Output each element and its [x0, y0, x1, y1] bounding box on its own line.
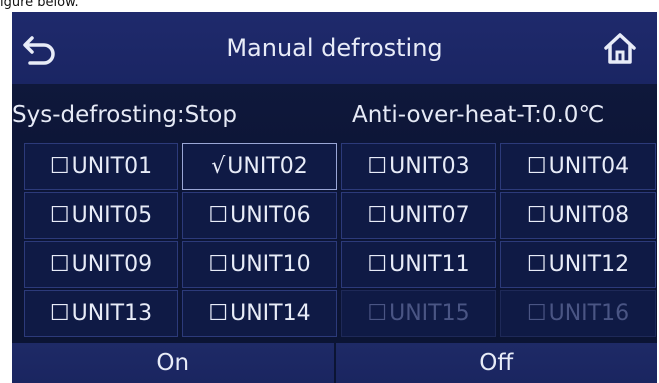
- unit-label: UNIT06: [230, 203, 311, 228]
- checkbox-icon: ☐: [208, 301, 229, 326]
- unit-button-12[interactable]: ☐ UNIT12: [500, 241, 656, 288]
- unit-button-01[interactable]: ☐ UNIT01: [24, 143, 178, 190]
- unit-button-16: ☐ UNIT16: [500, 290, 656, 337]
- status-row: Sys-defrosting:Stop Anti-over-heat-T:0.0…: [12, 90, 657, 140]
- unit-label: UNIT03: [389, 154, 470, 179]
- unit-button-10[interactable]: ☐ UNIT10: [182, 241, 337, 288]
- unit-label: UNIT14: [230, 301, 311, 326]
- checkbox-icon: ☐: [526, 154, 547, 179]
- unit-button-09[interactable]: ☐ UNIT09: [24, 241, 178, 288]
- checkbox-icon: ☐: [49, 203, 70, 228]
- home-button[interactable]: [596, 24, 644, 72]
- unit-button-08[interactable]: ☐ UNIT08: [500, 192, 656, 239]
- unit-label: UNIT01: [71, 154, 153, 179]
- unit-button-05[interactable]: ☐ UNIT05: [24, 192, 178, 239]
- unit-label: UNIT10: [230, 252, 311, 277]
- unit-button-13[interactable]: ☐ UNIT13: [24, 290, 178, 337]
- back-arrow-icon: [23, 36, 55, 65]
- unit-button-15: ☐ UNIT15: [341, 290, 496, 337]
- checkmark-icon: √: [211, 154, 226, 179]
- back-button[interactable]: [16, 24, 64, 72]
- checkbox-icon: ☐: [367, 301, 388, 326]
- unit-label: UNIT07: [389, 203, 470, 228]
- home-icon: [604, 33, 636, 64]
- checkbox-icon: ☐: [208, 203, 229, 228]
- unit-label: UNIT05: [71, 203, 153, 228]
- checkbox-icon: ☐: [49, 154, 70, 179]
- unit-button-14[interactable]: ☐ UNIT14: [182, 290, 337, 337]
- unit-grid: ☐ UNIT01 √ UNIT02 ☐ UNIT03 ☐ UNIT04 ☐ UNIT05 …: [24, 143, 656, 339]
- unit-label: UNIT11: [389, 252, 470, 277]
- unit-label: UNIT04: [548, 154, 630, 179]
- on-button[interactable]: On: [12, 343, 334, 383]
- checkbox-icon: ☐: [49, 301, 70, 326]
- page-caption: igure below.: [0, 0, 79, 10]
- unit-label: UNIT02: [227, 154, 308, 179]
- unit-label: UNIT15: [389, 301, 470, 326]
- checkbox-icon: ☐: [526, 252, 547, 277]
- unit-button-02[interactable]: √ UNIT02: [182, 143, 337, 190]
- unit-label: UNIT13: [71, 301, 153, 326]
- unit-button-04[interactable]: ☐ UNIT04: [500, 143, 656, 190]
- unit-button-03[interactable]: ☐ UNIT03: [341, 143, 496, 190]
- footer-bar: On Off: [12, 343, 657, 383]
- checkbox-icon: ☐: [367, 203, 388, 228]
- sys-defrosting-status: Sys-defrosting:Stop: [12, 102, 237, 128]
- checkbox-icon: ☐: [367, 154, 388, 179]
- checkbox-icon: ☐: [526, 301, 547, 326]
- unit-button-11[interactable]: ☐ UNIT11: [341, 241, 496, 288]
- unit-label: UNIT12: [548, 252, 630, 277]
- checkbox-icon: ☐: [526, 203, 547, 228]
- off-button[interactable]: Off: [333, 343, 657, 383]
- header-bar: Manual defrosting: [12, 12, 657, 84]
- anti-over-heat-temp: Anti-over-heat-T:0.0℃: [352, 102, 605, 128]
- unit-button-06[interactable]: ☐ UNIT06: [182, 192, 337, 239]
- unit-label: UNIT09: [71, 252, 153, 277]
- checkbox-icon: ☐: [367, 252, 388, 277]
- unit-label: UNIT16: [548, 301, 630, 326]
- checkbox-icon: ☐: [49, 252, 70, 277]
- unit-label: UNIT08: [548, 203, 630, 228]
- defrost-screen: Manual defrosting Sys-defrosting:Stop An…: [12, 12, 657, 383]
- checkbox-icon: ☐: [208, 252, 229, 277]
- page-title: Manual defrosting: [226, 34, 443, 62]
- unit-button-07[interactable]: ☐ UNIT07: [341, 192, 496, 239]
